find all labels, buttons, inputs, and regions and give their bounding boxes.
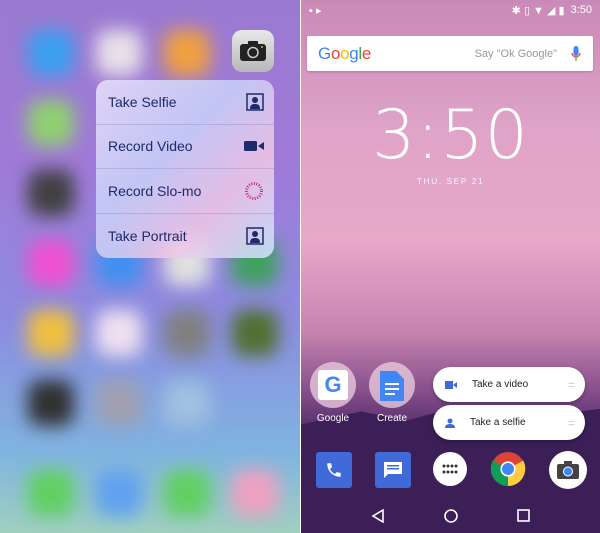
app-label-create: Create <box>376 413 407 424</box>
back-icon[interactable] <box>371 508 385 523</box>
blurred-app-icon <box>232 470 278 516</box>
quick-action-record-video[interactable]: Record Video <box>96 125 274 169</box>
messages-app-icon[interactable] <box>375 452 411 488</box>
quick-action-label: Record Slo-mo <box>108 182 202 199</box>
blurred-app-icon <box>164 310 210 356</box>
google-logo: Google <box>318 43 372 63</box>
clock-widget[interactable]: 3:50 <box>301 96 600 175</box>
person-icon <box>445 418 455 428</box>
status-bar: ▪ ▸ ✱ ▯ ▼ ◢ ▮ 3:50 <box>301 0 600 20</box>
google-g-icon: G <box>318 370 348 400</box>
portrait-icon <box>246 227 264 245</box>
blurred-app-icon <box>232 310 278 356</box>
slomo-icon <box>245 181 263 200</box>
quick-action-take-portrait[interactable]: Take Portrait <box>96 214 274 259</box>
chrome-app-icon[interactable] <box>490 451 526 487</box>
recents-icon[interactable] <box>517 509 531 522</box>
camera-app-icon[interactable] <box>549 451 587 489</box>
camera-app-icon[interactable] <box>232 30 274 72</box>
camera-icon <box>240 41 266 61</box>
blurred-app-icon <box>96 30 142 76</box>
blurred-app-icon <box>96 470 142 516</box>
notification-icons: ▪ ▸ <box>309 4 322 17</box>
chrome-icon <box>490 451 526 487</box>
navigation-bar <box>301 498 600 533</box>
shortcut-label: Take a selfie <box>470 417 526 428</box>
blurred-app-icon <box>28 100 74 146</box>
blurred-app-icon <box>28 170 74 216</box>
blurred-app-icon <box>28 470 74 516</box>
app-drawer-icon <box>442 464 458 474</box>
blurred-app-icon <box>164 380 210 426</box>
status-time: 3:50 <box>570 4 592 16</box>
status-system-icons: ✱ ▯ ▼ ◢ ▮ <box>511 4 565 17</box>
android-home-screen: ▪ ▸ ✱ ▯ ▼ ◢ ▮ 3:50 Google Say "Ok Google… <box>301 0 600 533</box>
blurred-app-icon <box>28 310 74 356</box>
blurred-app-icon <box>28 30 74 76</box>
quick-action-label: Record Video <box>108 138 193 155</box>
blurred-app-icon <box>164 470 210 516</box>
google-search-bar[interactable]: Google Say "Ok Google" <box>307 36 593 71</box>
shortcut-label: Take a video <box>472 379 529 390</box>
quick-action-label: Take Selfie <box>108 93 177 110</box>
quick-actions-menu: Take Selfie Record Video Record Slo-mo T… <box>96 80 274 258</box>
home-icon[interactable] <box>444 508 458 523</box>
blurred-app-icon <box>96 380 142 426</box>
quick-action-record-slomo[interactable]: Record Slo-mo <box>96 169 274 214</box>
selfie-portrait-icon <box>246 93 264 111</box>
create-app-icon[interactable] <box>369 362 415 408</box>
blurred-app-icon <box>28 240 74 286</box>
blurred-app-icon <box>164 30 210 76</box>
google-app-icon[interactable]: G <box>310 362 356 408</box>
search-hint: Say "Ok Google" <box>474 47 557 60</box>
messages-icon <box>384 462 402 478</box>
docs-icon <box>380 371 404 401</box>
camera-icon <box>557 461 579 479</box>
quick-action-take-selfie[interactable]: Take Selfie <box>96 80 274 125</box>
blurred-app-icon <box>96 310 142 356</box>
video-icon <box>445 380 457 389</box>
blurred-app-icon <box>28 380 74 426</box>
drag-handle-icon[interactable]: = <box>568 416 575 430</box>
microphone-icon[interactable] <box>571 45 581 62</box>
ios-home-screen: Take Selfie Record Video Record Slo-mo T… <box>0 0 300 533</box>
shortcut-take-selfie[interactable]: Take a selfie = <box>433 405 585 440</box>
shortcut-take-video[interactable]: Take a video = <box>433 367 585 402</box>
divider <box>300 0 301 533</box>
phone-app-icon[interactable] <box>316 452 352 488</box>
phone-icon <box>327 463 341 477</box>
quick-action-label: Take Portrait <box>108 227 187 244</box>
app-drawer-button[interactable] <box>433 452 467 486</box>
video-camera-icon <box>244 141 264 152</box>
date-label: THU, SEP 21 <box>416 176 485 186</box>
drag-handle-icon[interactable]: = <box>568 378 575 392</box>
